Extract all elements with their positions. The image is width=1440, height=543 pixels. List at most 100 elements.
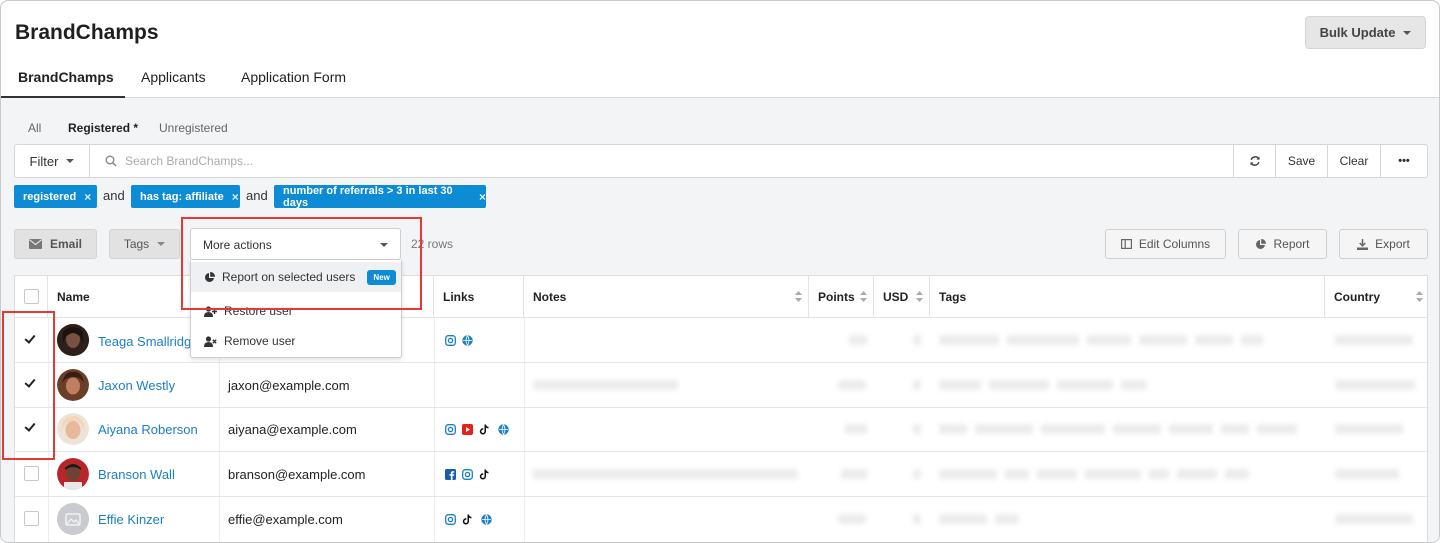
tag-pill <box>1121 380 1147 390</box>
select-all-checkbox[interactable] <box>24 289 39 304</box>
column-header-country[interactable]: Country <box>1325 276 1427 318</box>
tag-pill <box>1113 424 1161 434</box>
bulk-update-button[interactable]: Bulk Update <box>1305 16 1426 49</box>
points-value <box>838 514 866 524</box>
user-name-link[interactable]: Teaga Smallridge <box>98 334 198 349</box>
facebook-icon[interactable] <box>445 469 456 480</box>
tag-pill <box>1139 335 1187 345</box>
row-checkbox[interactable] <box>24 466 39 481</box>
filter-label: Filter <box>29 153 59 169</box>
instagram-icon[interactable] <box>462 469 473 480</box>
usd-value <box>913 380 921 390</box>
tags-button[interactable]: Tags <box>109 229 180 259</box>
tab-application-form[interactable]: Application Form <box>241 69 346 85</box>
more-options-button[interactable]: ••• <box>1380 145 1427 177</box>
close-icon[interactable]: × <box>84 190 91 204</box>
subtab-registered[interactable]: Registered * <box>68 121 138 135</box>
menu-item-restore-user[interactable]: Restore user <box>191 296 401 326</box>
row-checkbox[interactable] <box>24 511 39 526</box>
globe-icon[interactable] <box>498 424 509 435</box>
row-checkbox[interactable] <box>24 420 39 436</box>
tiktok-icon[interactable] <box>479 424 490 435</box>
column-header-links[interactable]: Links <box>434 276 524 318</box>
column-header-usd[interactable]: USD <box>874 276 930 318</box>
column-label: Tags <box>939 289 967 304</box>
instagram-icon[interactable] <box>445 514 456 525</box>
report-button[interactable]: Report <box>1238 229 1327 259</box>
close-icon[interactable]: × <box>232 190 239 204</box>
filter-dropdown[interactable]: Filter <box>15 145 90 177</box>
menu-item-report-selected[interactable]: Report on selected users New <box>191 262 401 292</box>
close-icon[interactable]: × <box>479 190 486 204</box>
more-actions-label: More actions <box>203 238 272 252</box>
column-label: Notes <box>533 289 567 304</box>
country-value <box>1335 469 1399 479</box>
row-checkbox[interactable] <box>24 332 39 348</box>
tag-pill <box>939 514 987 524</box>
chip-registered[interactable]: registered × <box>14 185 97 208</box>
menu-item-remove-user[interactable]: Remove user <box>191 326 401 356</box>
globe-icon[interactable] <box>462 335 473 346</box>
email-label: Email <box>49 237 82 251</box>
column-divider <box>434 318 435 542</box>
tag-pill <box>975 424 1033 434</box>
user-restore-icon <box>204 305 217 317</box>
clear-button[interactable]: Clear <box>1327 145 1380 177</box>
refresh-button[interactable] <box>1233 145 1275 177</box>
country-value <box>1335 424 1403 434</box>
instagram-icon[interactable] <box>445 335 456 346</box>
tab-brandchamps[interactable]: BrandChamps <box>18 69 114 85</box>
tiktok-icon[interactable] <box>462 514 473 525</box>
instagram-icon[interactable] <box>445 424 456 435</box>
row-checkbox[interactable] <box>24 376 39 392</box>
sort-icon[interactable] <box>860 291 867 302</box>
envelope-icon <box>28 239 42 249</box>
column-label: Points <box>818 289 855 304</box>
chip-referrals[interactable]: number of referrals > 3 in last 30 days … <box>274 185 486 209</box>
bulk-update-label: Bulk Update <box>1319 25 1396 40</box>
youtube-icon[interactable] <box>462 424 473 435</box>
search-input[interactable] <box>125 150 1025 172</box>
edit-columns-button[interactable]: Edit Columns <box>1105 229 1226 259</box>
globe-icon[interactable] <box>481 514 492 525</box>
tag-pill <box>989 380 1049 390</box>
points-value <box>838 380 866 390</box>
sort-icon[interactable] <box>795 291 802 302</box>
column-header-notes[interactable]: Notes <box>524 276 809 318</box>
export-button[interactable]: Export <box>1339 229 1428 259</box>
row-divider <box>15 407 1427 408</box>
subtab-all[interactable]: All <box>28 121 41 135</box>
new-badge: New <box>367 269 396 285</box>
refresh-icon <box>1249 156 1260 166</box>
tag-pill <box>1005 469 1029 479</box>
column-header-tags[interactable]: Tags <box>930 276 1325 318</box>
tiktok-icon[interactable] <box>479 469 490 480</box>
column-divider <box>524 318 525 542</box>
user-name-link[interactable]: Branson Wall <box>98 467 175 482</box>
menu-item-label: Remove user <box>224 334 296 348</box>
user-name-link[interactable]: Aiyana Roberson <box>98 422 198 437</box>
column-header-points[interactable]: Points <box>809 276 874 318</box>
sort-icon[interactable] <box>916 291 923 302</box>
email-button[interactable]: Email <box>14 229 97 259</box>
tab-applicants[interactable]: Applicants <box>141 69 206 85</box>
column-label: Name <box>57 289 90 304</box>
tag-pill <box>1041 424 1105 434</box>
tag-pill <box>1085 469 1141 479</box>
tags-label: Tags <box>123 237 150 251</box>
tag-pill <box>1221 424 1249 434</box>
user-name-link[interactable]: Jaxon Westly <box>98 378 175 393</box>
user-name-link[interactable]: Effie Kinzer <box>98 512 164 527</box>
user-email: branson@example.com <box>228 467 366 482</box>
search-icon <box>105 155 117 167</box>
country-value <box>1335 335 1413 345</box>
column-label: Links <box>443 289 475 304</box>
chip-has-tag-affiliate[interactable]: has tag: affiliate × <box>131 185 240 208</box>
save-button[interactable]: Save <box>1275 145 1327 177</box>
more-actions-dropdown[interactable]: More actions <box>190 228 401 260</box>
sort-icon[interactable] <box>1416 291 1423 302</box>
usd-value <box>913 514 921 524</box>
subtab-unregistered[interactable]: Unregistered <box>159 121 228 135</box>
user-email: effie@example.com <box>228 512 343 527</box>
points-value <box>845 424 867 434</box>
